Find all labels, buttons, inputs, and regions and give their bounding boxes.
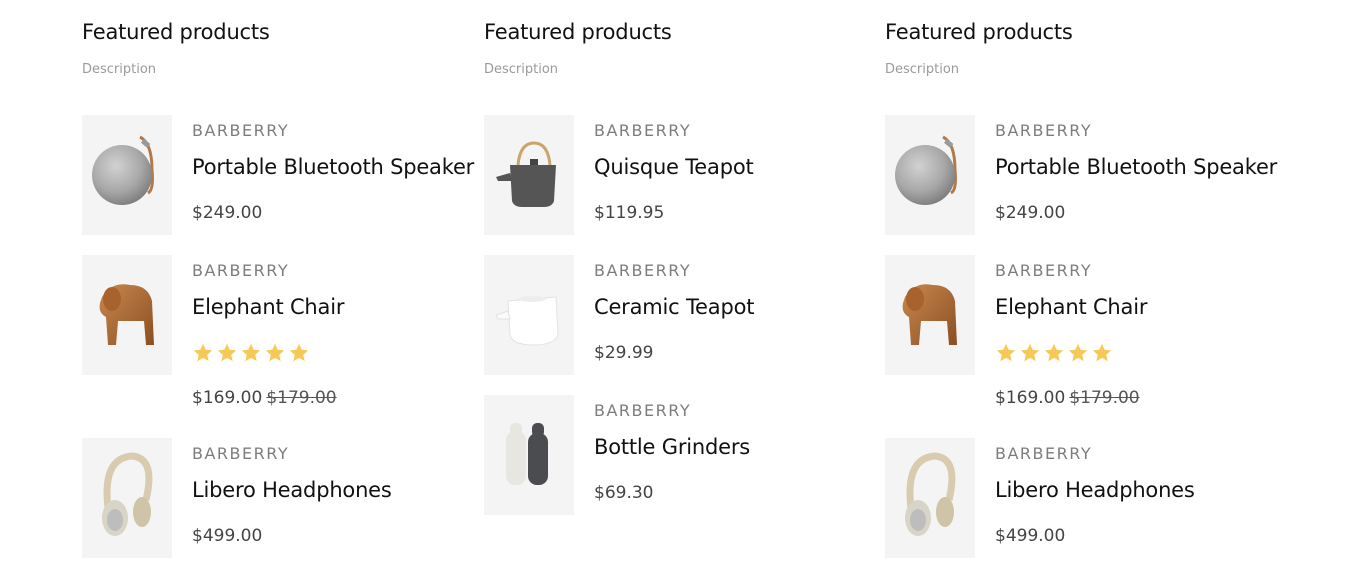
- rating-stars: [192, 342, 312, 364]
- grinders-image[interactable]: [484, 395, 574, 515]
- headphones-image[interactable]: [885, 438, 975, 558]
- column-title: Featured products: [484, 20, 672, 44]
- product-brand: BARBERRY: [594, 121, 692, 140]
- column-description: Description: [885, 62, 960, 77]
- elephant-chair-image[interactable]: [82, 255, 172, 375]
- old-price: $179.00: [1069, 388, 1140, 408]
- speaker-image[interactable]: [82, 115, 172, 235]
- sale-price: $169.00: [995, 388, 1066, 408]
- star-icon: [1091, 342, 1113, 364]
- product-price: $249.00: [995, 203, 1066, 223]
- product-brand: BARBERRY: [995, 444, 1093, 463]
- star-icon: [995, 342, 1017, 364]
- star-icon: [1019, 342, 1041, 364]
- product-brand: BARBERRY: [995, 121, 1093, 140]
- product-name[interactable]: Libero Headphones: [995, 478, 1195, 502]
- product-price: $169.00 $179.00: [995, 388, 1140, 408]
- star-icon: [1067, 342, 1089, 364]
- product-name[interactable]: Elephant Chair: [192, 295, 344, 319]
- elephant-chair-image[interactable]: [885, 255, 975, 375]
- column-description: Description: [484, 62, 559, 77]
- product-name[interactable]: Ceramic Teapot: [594, 295, 754, 319]
- headphones-image[interactable]: [82, 438, 172, 558]
- star-icon: [288, 342, 310, 364]
- speaker-image[interactable]: [885, 115, 975, 235]
- product-name[interactable]: Portable Bluetooth Speaker: [995, 155, 1277, 179]
- star-icon: [1043, 342, 1065, 364]
- product-brand: BARBERRY: [192, 444, 290, 463]
- star-icon: [264, 342, 286, 364]
- product-price: $499.00: [192, 526, 263, 546]
- product-name[interactable]: Bottle Grinders: [594, 435, 750, 459]
- product-price: $29.99: [594, 343, 654, 363]
- old-price: $179.00: [266, 388, 337, 408]
- product-name[interactable]: Libero Headphones: [192, 478, 392, 502]
- product-brand: BARBERRY: [192, 261, 290, 280]
- product-price: $169.00 $179.00: [192, 388, 337, 408]
- product-price: $69.30: [594, 483, 654, 503]
- product-name[interactable]: Quisque Teapot: [594, 155, 754, 179]
- product-brand: BARBERRY: [594, 401, 692, 420]
- product-price: $119.95: [594, 203, 665, 223]
- column-title: Featured products: [82, 20, 270, 44]
- star-icon: [240, 342, 262, 364]
- column-title: Featured products: [885, 20, 1073, 44]
- column-description: Description: [82, 62, 157, 77]
- product-brand: BARBERRY: [192, 121, 290, 140]
- product-price: $499.00: [995, 526, 1066, 546]
- white-teapot-image[interactable]: [484, 255, 574, 375]
- product-brand: BARBERRY: [594, 261, 692, 280]
- dark-teapot-image[interactable]: [484, 115, 574, 235]
- product-price: $249.00: [192, 203, 263, 223]
- product-brand: BARBERRY: [995, 261, 1093, 280]
- star-icon: [216, 342, 238, 364]
- star-icon: [192, 342, 214, 364]
- product-name[interactable]: Elephant Chair: [995, 295, 1147, 319]
- sale-price: $169.00: [192, 388, 263, 408]
- product-name[interactable]: Portable Bluetooth Speaker: [192, 155, 474, 179]
- rating-stars: [995, 342, 1115, 364]
